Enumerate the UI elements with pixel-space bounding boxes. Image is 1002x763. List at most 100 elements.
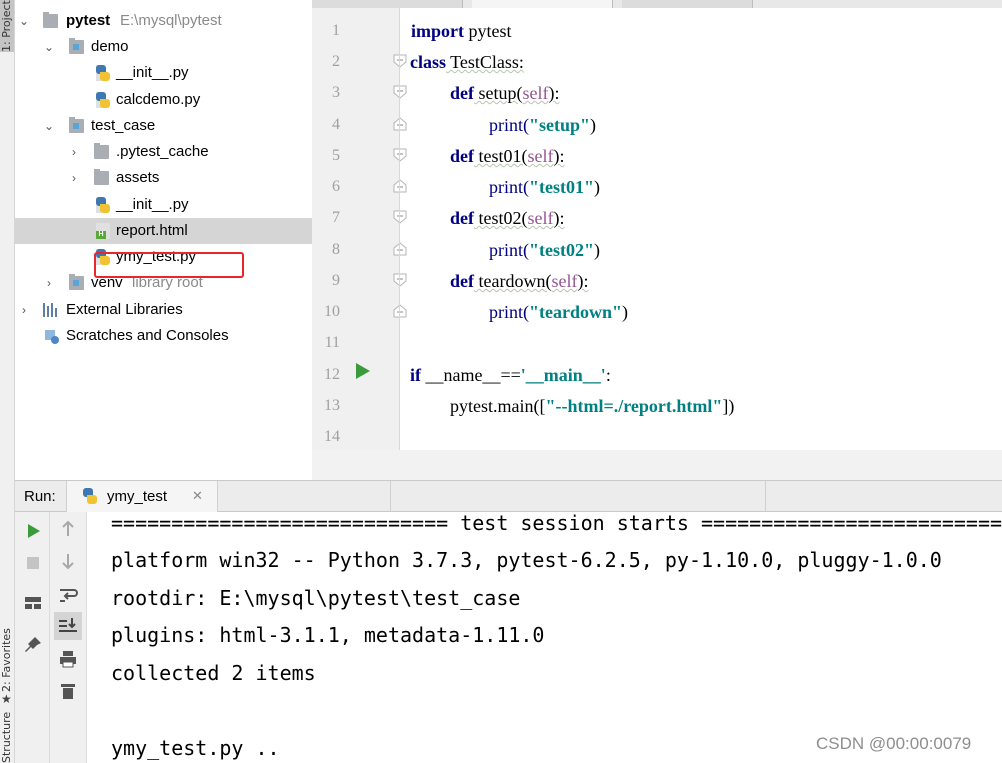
editor-tab-active[interactable] (472, 0, 613, 8)
code-editor[interactable]: 1 2 3 4 5 6 7 8 9 10 11 12 13 14 import … (312, 8, 1002, 450)
code-token: "setup" (529, 115, 590, 135)
code-token: ) (593, 240, 600, 260)
code-token: ) (593, 177, 600, 197)
rerun-icon[interactable] (22, 520, 44, 542)
code-token: "test02" (529, 240, 594, 260)
fold-open-icon[interactable] (393, 148, 407, 162)
tree-item-pytest[interactable]: ⌄ pytest E:\mysql\pytest (15, 8, 312, 34)
python-file-icon (96, 92, 110, 108)
chevron-down-icon[interactable]: ⌄ (42, 113, 56, 139)
fold-open-icon[interactable] (393, 85, 407, 99)
code-token: self (551, 271, 578, 291)
line-number: 12 (324, 366, 340, 383)
console-line: platform win32 -- Python 3.7.3, pytest-6… (111, 548, 942, 572)
line-number: 8 (332, 241, 340, 258)
code-line-3: def setup(self): (450, 81, 560, 105)
folder-icon (43, 12, 58, 28)
fold-end-icon[interactable] (393, 117, 407, 131)
chevron-right-icon[interactable]: › (67, 165, 81, 191)
line-number: 2 (332, 53, 340, 70)
editor-tab[interactable] (312, 0, 463, 8)
chevron-right-icon[interactable]: › (17, 297, 31, 323)
python-file-icon (83, 488, 97, 504)
line-number: 3 (332, 84, 340, 101)
tree-item-demo-init[interactable]: __init__.py (15, 60, 312, 86)
arrow-down-icon[interactable] (57, 550, 79, 572)
tree-item-label: test_case (91, 117, 156, 134)
editor-bottom-area (312, 450, 1002, 480)
folder-icon (94, 169, 109, 185)
run-console[interactable]: ============================ test sessio… (87, 512, 1002, 763)
code-token: teardown( (474, 271, 552, 291)
module-folder-icon (69, 38, 84, 54)
editor-tab[interactable] (622, 0, 753, 8)
tree-item-label: __init__.py (116, 196, 189, 213)
fold-end-icon[interactable] (393, 242, 407, 256)
run-tab-ymy-test[interactable]: ymy_test ✕ (66, 481, 218, 512)
structure-tool-tab[interactable]: Structure (0, 712, 14, 763)
fold-open-icon[interactable] (393, 210, 407, 224)
tree-item-assets[interactable]: › assets (15, 165, 312, 191)
scratches-icon (44, 328, 60, 344)
pin-icon[interactable] (22, 634, 44, 656)
highlight-box (94, 252, 244, 278)
run-gutter-icon[interactable] (356, 363, 370, 379)
code-token: "--html=./report.html" (545, 396, 723, 416)
fold-end-icon[interactable] (393, 304, 407, 318)
gutter-divider (399, 8, 400, 450)
console-line: rootdir: E:\mysql\pytest\test_case (111, 586, 521, 610)
code-token: print( (489, 115, 529, 135)
tree-item-tc-init[interactable]: __init__.py (15, 192, 312, 218)
soft-wrap-icon[interactable] (57, 584, 79, 606)
code-line-13: pytest.main(["--html=./report.html"]) (450, 394, 734, 418)
tree-item-demo[interactable]: ⌄ demo (15, 34, 312, 60)
code-token: ): (548, 83, 560, 103)
code-token: def (450, 208, 474, 228)
line-number: 4 (332, 116, 340, 133)
code-token: ]) (722, 396, 735, 416)
code-token: self (522, 83, 549, 103)
chevron-down-icon[interactable]: ⌄ (17, 8, 31, 34)
arrow-up-icon[interactable] (57, 518, 79, 540)
chevron-down-icon[interactable]: ⌄ (42, 34, 56, 60)
trash-icon[interactable] (57, 680, 79, 702)
code-token: def (450, 271, 474, 291)
chevron-right-icon[interactable]: › (42, 270, 56, 296)
console-line: collected 2 items (111, 661, 316, 685)
tree-item-test-case[interactable]: ⌄ test_case (15, 113, 312, 139)
close-icon[interactable]: ✕ (192, 488, 203, 504)
print-icon[interactable] (57, 648, 79, 670)
tree-item-external-libraries[interactable]: › External Libraries (15, 297, 312, 323)
code-token: def (450, 146, 474, 166)
code-token: def (450, 83, 474, 103)
line-number: 14 (324, 428, 340, 445)
run-toolbar-secondary (50, 512, 87, 763)
console-line: ============================ test sessio… (111, 512, 1002, 535)
tree-item-label: calcdemo.py (116, 91, 201, 108)
chevron-right-icon[interactable]: › (67, 139, 81, 165)
fold-end-icon[interactable] (393, 179, 407, 193)
code-token: self (527, 146, 554, 166)
tree-item-calcdemo[interactable]: calcdemo.py (15, 87, 312, 113)
scroll-to-end-icon[interactable] (54, 612, 82, 640)
folder-icon (94, 143, 109, 159)
code-line-5: def test01(self): (450, 144, 565, 168)
favorites-tool-tab[interactable]: 2: Favorites (0, 612, 14, 692)
stop-icon[interactable] (22, 552, 44, 574)
code-token: import (411, 21, 464, 41)
tree-item-scratches[interactable]: Scratches and Consoles (15, 323, 312, 349)
code-token: pytest (464, 21, 512, 41)
tree-item-report[interactable]: H report.html (15, 218, 312, 244)
code-token: setup( (474, 83, 523, 103)
console-line: ymy_test.py .. (111, 736, 280, 760)
run-panel-header: Run: ymy_test ✕ (15, 480, 1002, 512)
tree-item-pytest-cache[interactable]: › .pytest_cache (15, 139, 312, 165)
code-token: __name__== (421, 365, 521, 385)
layout-icon[interactable] (22, 592, 44, 614)
code-line-1: import pytest (411, 19, 512, 43)
project-tool-tab[interactable]: 1: Project (0, 0, 14, 52)
fold-open-icon[interactable] (393, 54, 407, 68)
code-line-6: print("test01") (489, 175, 600, 199)
tree-item-label: __init__.py (116, 64, 189, 81)
fold-open-icon[interactable] (393, 273, 407, 287)
